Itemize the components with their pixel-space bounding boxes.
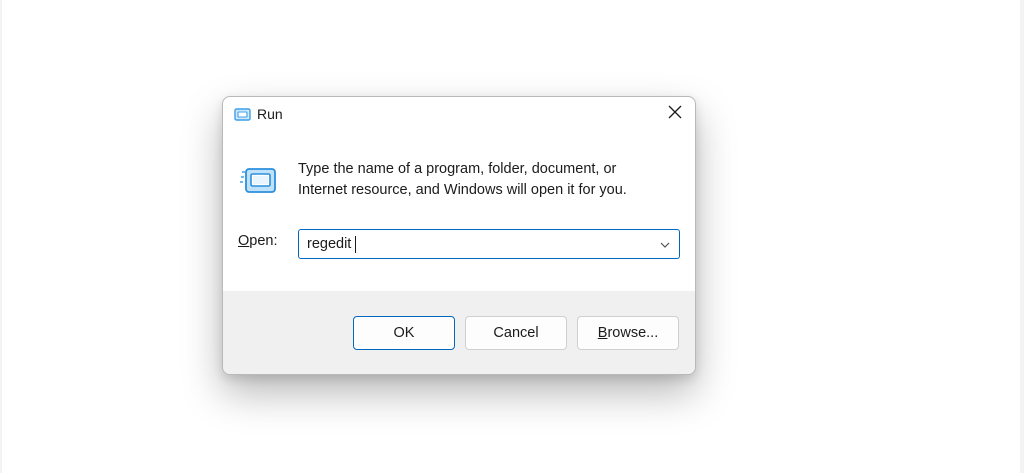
title-bar[interactable]: Run	[223, 97, 695, 133]
desktop-background: Run Type the name of a program, folder, …	[0, 0, 1024, 473]
run-program-icon	[239, 167, 277, 195]
ok-button[interactable]: OK	[353, 316, 455, 350]
description-line-2: Internet resource, and Windows will open…	[298, 182, 627, 198]
dialog-description: Type the name of a program, folder, docu…	[298, 159, 678, 201]
close-button[interactable]	[655, 97, 695, 131]
dialog-body: Type the name of a program, folder, docu…	[223, 133, 695, 291]
window-title: Run	[257, 106, 283, 122]
open-input[interactable]	[299, 230, 647, 258]
cancel-button[interactable]: Cancel	[465, 316, 567, 350]
run-icon	[234, 108, 251, 121]
open-label-mnemonic: O	[238, 233, 250, 249]
dropdown-button[interactable]	[655, 234, 675, 254]
description-line-1: Type the name of a program, folder, docu…	[298, 161, 617, 177]
open-label-text: pen:	[249, 233, 278, 249]
open-combobox[interactable]	[298, 229, 680, 259]
browse-mnemonic: B	[597, 325, 608, 341]
chevron-down-icon	[660, 235, 670, 253]
button-bar: OK Cancel Browse...	[223, 291, 695, 374]
browse-button[interactable]: Browse...	[577, 316, 679, 350]
browse-label: rowse...	[607, 325, 659, 341]
run-dialog: Run Type the name of a program, folder, …	[222, 96, 696, 375]
open-label: Open:	[238, 233, 278, 249]
text-caret	[355, 236, 356, 253]
close-icon	[668, 105, 682, 124]
